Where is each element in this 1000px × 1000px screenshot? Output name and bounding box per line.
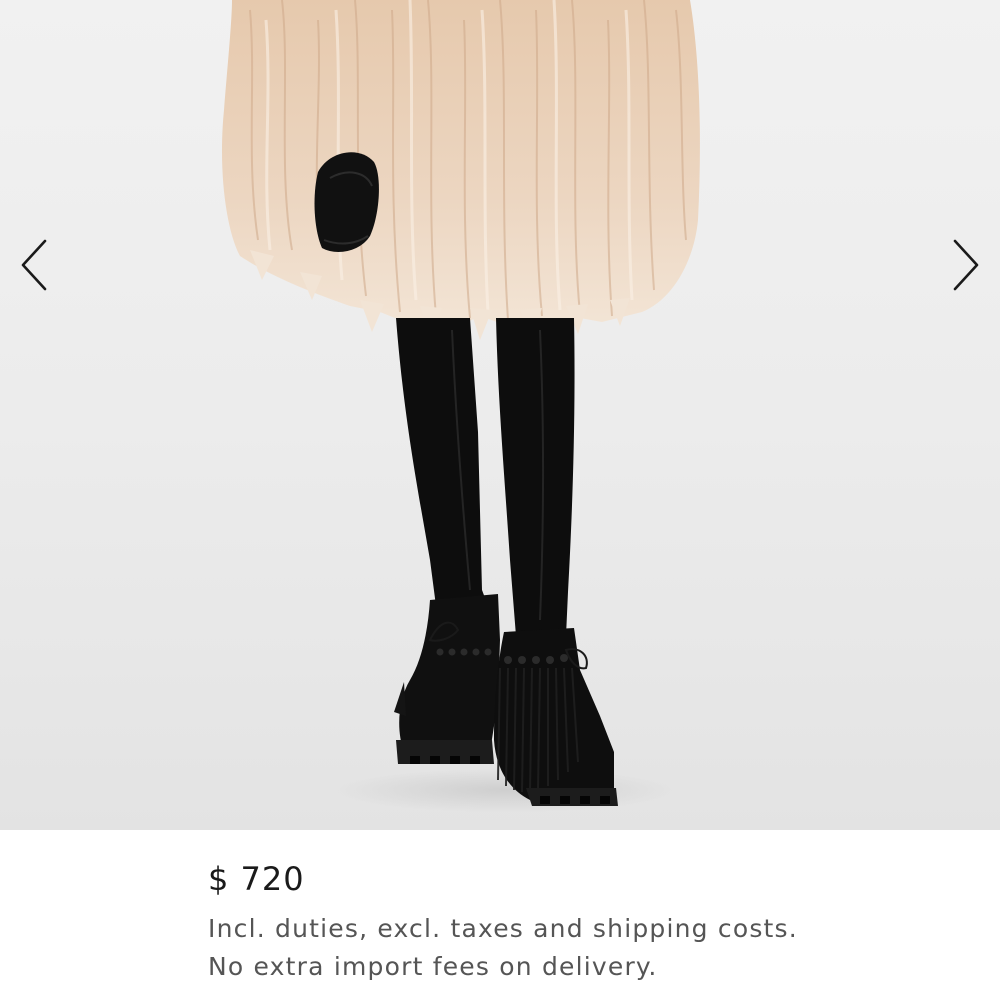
product-image-gallery[interactable]: [0, 0, 1000, 830]
price-note-duties: Incl. duties, excl. taxes and shipping c…: [208, 914, 798, 943]
product-page: $ 720 Incl. duties, excl. taxes and ship…: [0, 0, 1000, 1000]
product-photo: [221, 0, 700, 812]
next-image-button[interactable]: [946, 236, 986, 294]
product-price: $ 720: [208, 860, 305, 898]
chevron-right-icon: [953, 239, 979, 291]
price-block: $ 720 Incl. duties, excl. taxes and ship…: [208, 856, 968, 986]
previous-image-button[interactable]: [14, 236, 54, 294]
chevron-left-icon: [21, 239, 47, 291]
price-note-import-fees: No extra import fees on delivery.: [208, 952, 658, 981]
